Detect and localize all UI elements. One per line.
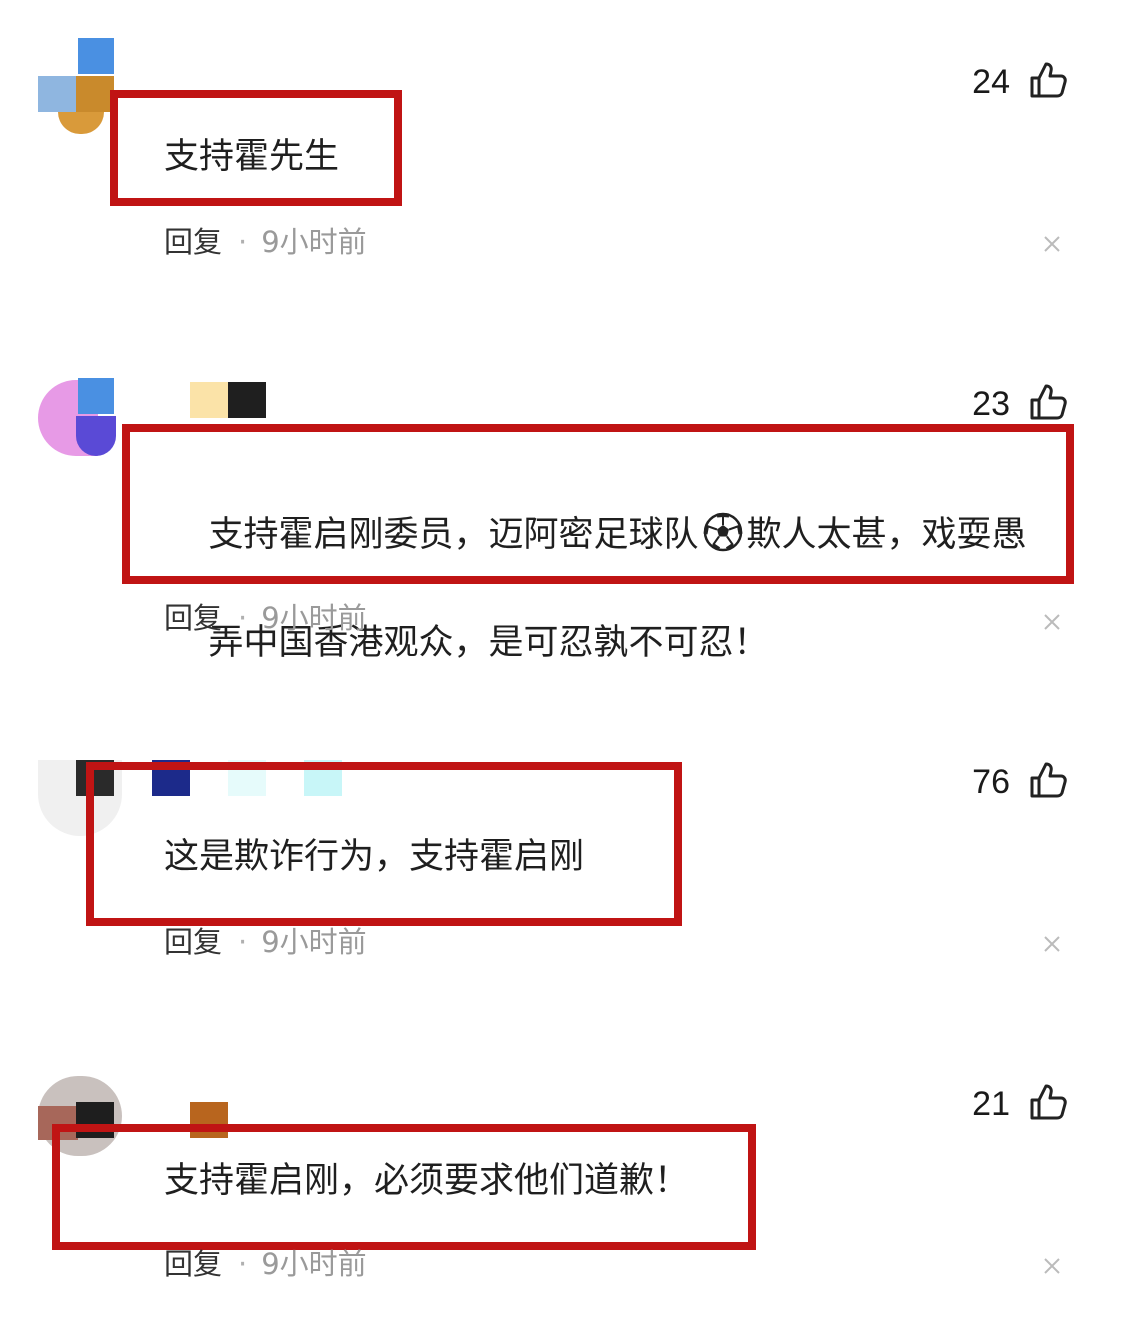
separator-dot: · xyxy=(238,1247,248,1281)
comment-item: 21 支持霍启刚，必须要求他们道歉！ 回复 · 9小时前 xyxy=(0,0,1128,1318)
timestamp: 9小时前 xyxy=(261,1247,367,1281)
close-icon[interactable] xyxy=(1042,1256,1062,1276)
reply-button[interactable]: 回复 xyxy=(164,1247,222,1281)
thumbs-up-icon[interactable] xyxy=(1028,1082,1068,1122)
like-count: 21 xyxy=(972,1085,1010,1123)
comment-meta: 回复 · 9小时前 xyxy=(164,1246,367,1282)
highlight-box xyxy=(52,1124,756,1250)
